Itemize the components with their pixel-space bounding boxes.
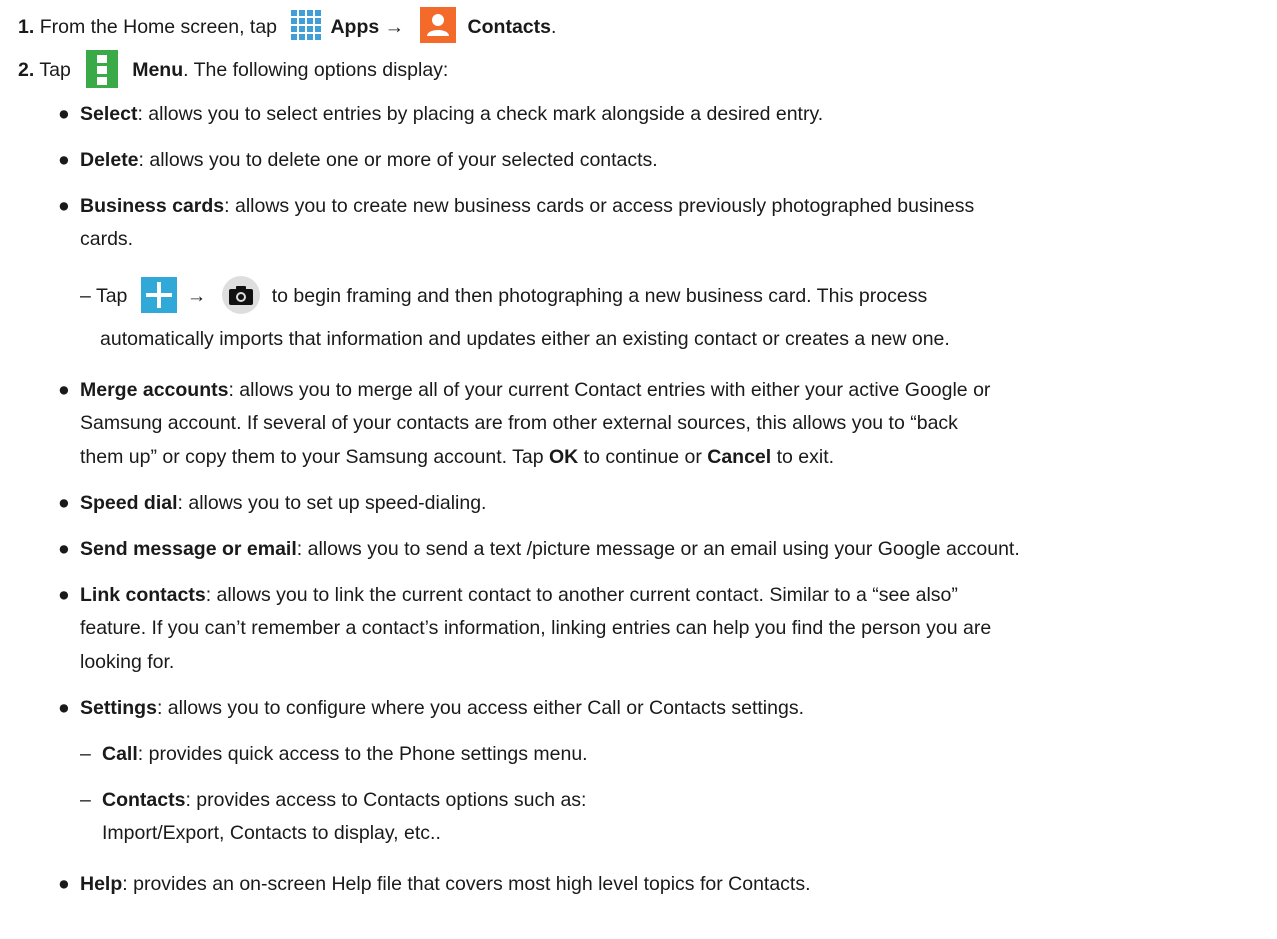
bullet: ● — [58, 195, 70, 217]
option-desc: : allows you to link the current contact… — [205, 584, 958, 606]
bullet: ● — [58, 149, 70, 171]
bullet: ● — [58, 379, 70, 401]
cancel-label: Cancel — [707, 446, 772, 468]
sub-label: Call — [102, 743, 138, 765]
dash: – — [80, 789, 91, 811]
option-desc-continued: feature. If you can’t remember a contact… — [80, 617, 992, 639]
option-speed-dial: ● Speed dial: allows you to set up speed-… — [58, 490, 486, 516]
option-desc-continued: Samsung account. If several of your cont… — [80, 412, 958, 434]
option-desc: : allows you to set up speed-dialing. — [177, 492, 487, 514]
arrow: → — [384, 16, 405, 39]
option-link-contacts: ● Link contacts: allows you to link the c… — [58, 582, 958, 608]
apps-label: Apps — [330, 16, 380, 39]
option-label: Link contacts — [80, 584, 206, 606]
step-2: 2. Tap Menu. The following options displ… — [18, 50, 449, 90]
sub-desc-continued: Import/Export, Contacts to display, etc.… — [102, 822, 441, 844]
desc-text: them up” or copy them to your Samsung ac… — [80, 446, 544, 468]
step-text: Tap — [39, 59, 71, 82]
bullet: ● — [58, 873, 70, 895]
option-send-message: ● Send message or email: allows you to se… — [58, 536, 1020, 562]
option-business-cards: ● Business cards: allows you to create ne… — [58, 193, 974, 219]
option-label: Business cards — [80, 195, 225, 217]
dash: – — [80, 285, 91, 308]
option-desc: : allows you to merge all of your curren… — [228, 379, 991, 401]
step-number: 1. — [18, 16, 35, 39]
sub-desc: : provides access to Contacts options su… — [185, 789, 587, 811]
bullet: ● — [58, 697, 70, 719]
contacts-label: Contacts — [467, 16, 551, 39]
option-desc-continued: looking for. — [80, 651, 175, 673]
plus-icon — [140, 277, 177, 313]
apps-grid-icon — [290, 9, 323, 41]
option-desc: : allows you to delete one or more of yo… — [138, 149, 658, 171]
option-delete: ● Delete: allows you to delete one or mor… — [58, 147, 658, 173]
option-label: Speed dial — [80, 492, 178, 514]
option-desc: : allows you to create new business card… — [224, 195, 975, 217]
option-desc: : allows you to select entries by placin… — [137, 103, 824, 125]
option-desc-continued: them up” or copy them to your Samsung ac… — [80, 444, 834, 470]
sub-text: to begin framing and then photographing … — [271, 285, 928, 308]
contacts-person-icon — [419, 7, 456, 43]
sub-text-continued: automatically imports that information a… — [100, 328, 950, 350]
option-desc: : provides an on-screen Help file that c… — [122, 873, 811, 895]
option-select: ● Select: allows you to select entries by… — [58, 101, 823, 127]
menu-label: Menu — [132, 59, 184, 82]
bullet: ● — [58, 584, 70, 606]
step-number: 2. — [18, 59, 35, 82]
option-label: Help — [80, 873, 123, 895]
step-text: From the Home screen, tap — [39, 16, 278, 39]
option-desc: : allows you to send a text /picture mes… — [296, 538, 1020, 560]
sub-desc: : provides quick access to the Phone set… — [137, 743, 588, 765]
settings-sub-call: – Call: provides quick access to the Phon… — [80, 741, 588, 767]
option-desc: : allows you to configure where you acce… — [156, 697, 804, 719]
option-desc-continued: cards. — [80, 228, 134, 250]
sub-text: Tap — [95, 285, 128, 308]
bullet: ● — [58, 492, 70, 514]
option-merge-accounts: ● Merge accounts: allows you to merge all… — [58, 377, 990, 403]
dash: – — [80, 743, 91, 765]
option-label: Settings — [80, 697, 157, 719]
menu-icon — [86, 50, 119, 88]
step-text-rest: . The following options display: — [183, 59, 449, 82]
ok-label: OK — [548, 446, 579, 468]
sub-label: Contacts — [102, 789, 186, 811]
bullet: ● — [58, 538, 70, 560]
desc-text: to continue or — [583, 446, 702, 468]
camera-icon — [221, 276, 260, 314]
bullet: ● — [58, 103, 70, 125]
business-cards-sub-step: – Tap → to begin framing and then photog… — [80, 276, 928, 316]
step-end: . — [550, 16, 557, 39]
option-label: Select — [80, 103, 138, 125]
option-label: Send message or email — [80, 538, 297, 560]
option-label: Merge accounts — [80, 379, 229, 401]
arrow: → — [186, 285, 207, 308]
option-settings: ● Settings: allows you to configure where… — [58, 695, 804, 721]
option-label: Delete — [80, 149, 139, 171]
settings-sub-contacts: – Contacts: provides access to Contacts o… — [80, 787, 586, 813]
step-1: 1. From the Home screen, tap Apps → Cont… — [18, 7, 557, 46]
desc-text: to exit. — [776, 446, 835, 468]
option-help: ● Help: provides an on-screen Help file t… — [58, 871, 811, 897]
